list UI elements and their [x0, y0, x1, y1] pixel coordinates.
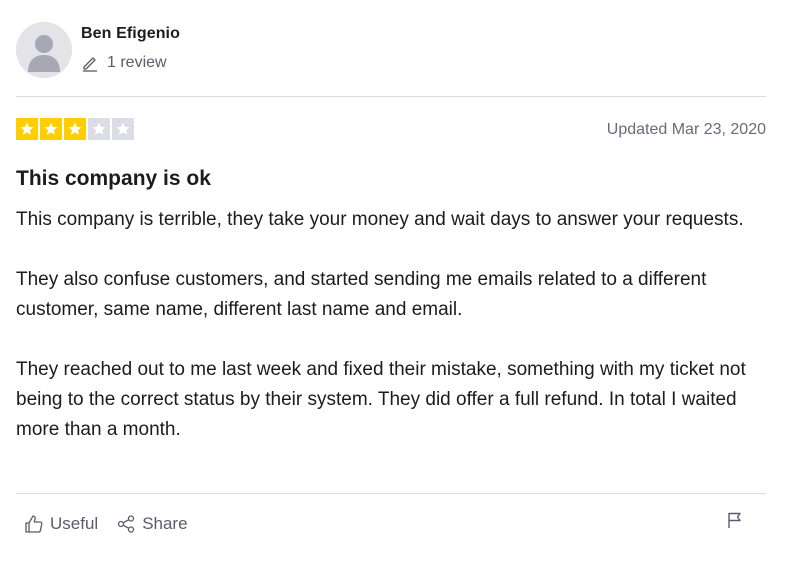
star-icon — [92, 122, 106, 135]
useful-label: Useful — [50, 514, 99, 533]
person-silhouette-icon — [16, 22, 72, 78]
footer-divider — [16, 493, 766, 494]
reviewer-name[interactable]: Ben Efigenio — [81, 25, 180, 43]
review-paragraph: This company is terrible, they take your… — [16, 209, 744, 230]
star-icon — [20, 122, 34, 135]
avatar[interactable] — [16, 22, 72, 78]
review-count-label: 1 review — [107, 54, 167, 71]
review-actions: Useful Share — [24, 514, 188, 534]
star-empty — [88, 118, 110, 140]
share-icon — [118, 515, 135, 533]
thumbs-up-icon — [25, 515, 43, 533]
reviewer-review-count: 1 review — [81, 54, 167, 72]
review-date: Updated Mar 23, 2020 — [606, 121, 766, 138]
review-card: Ben Efigenio 1 review Updated Mar 23, 20… — [16, 0, 766, 561]
review-paragraph: They reached out to me last week and fix… — [16, 359, 746, 440]
star-filled — [64, 118, 86, 140]
reviewer-header: Ben Efigenio 1 review — [16, 20, 766, 80]
star-icon — [116, 122, 130, 135]
review-body: This company is terrible, they take your… — [16, 205, 766, 445]
useful-button[interactable]: Useful — [24, 514, 98, 534]
share-label: Share — [142, 514, 188, 533]
star-filled — [16, 118, 38, 140]
star-empty — [112, 118, 134, 140]
star-rating — [16, 118, 134, 140]
star-filled — [40, 118, 62, 140]
flag-icon[interactable] — [726, 511, 744, 529]
share-button[interactable]: Share — [116, 514, 188, 534]
star-icon — [68, 122, 82, 135]
header-divider — [16, 96, 766, 97]
star-icon — [44, 122, 58, 135]
review-title[interactable]: This company is ok — [16, 167, 211, 191]
review-paragraph: They also confuse customers, and started… — [16, 269, 707, 320]
pencil-icon — [83, 57, 97, 72]
